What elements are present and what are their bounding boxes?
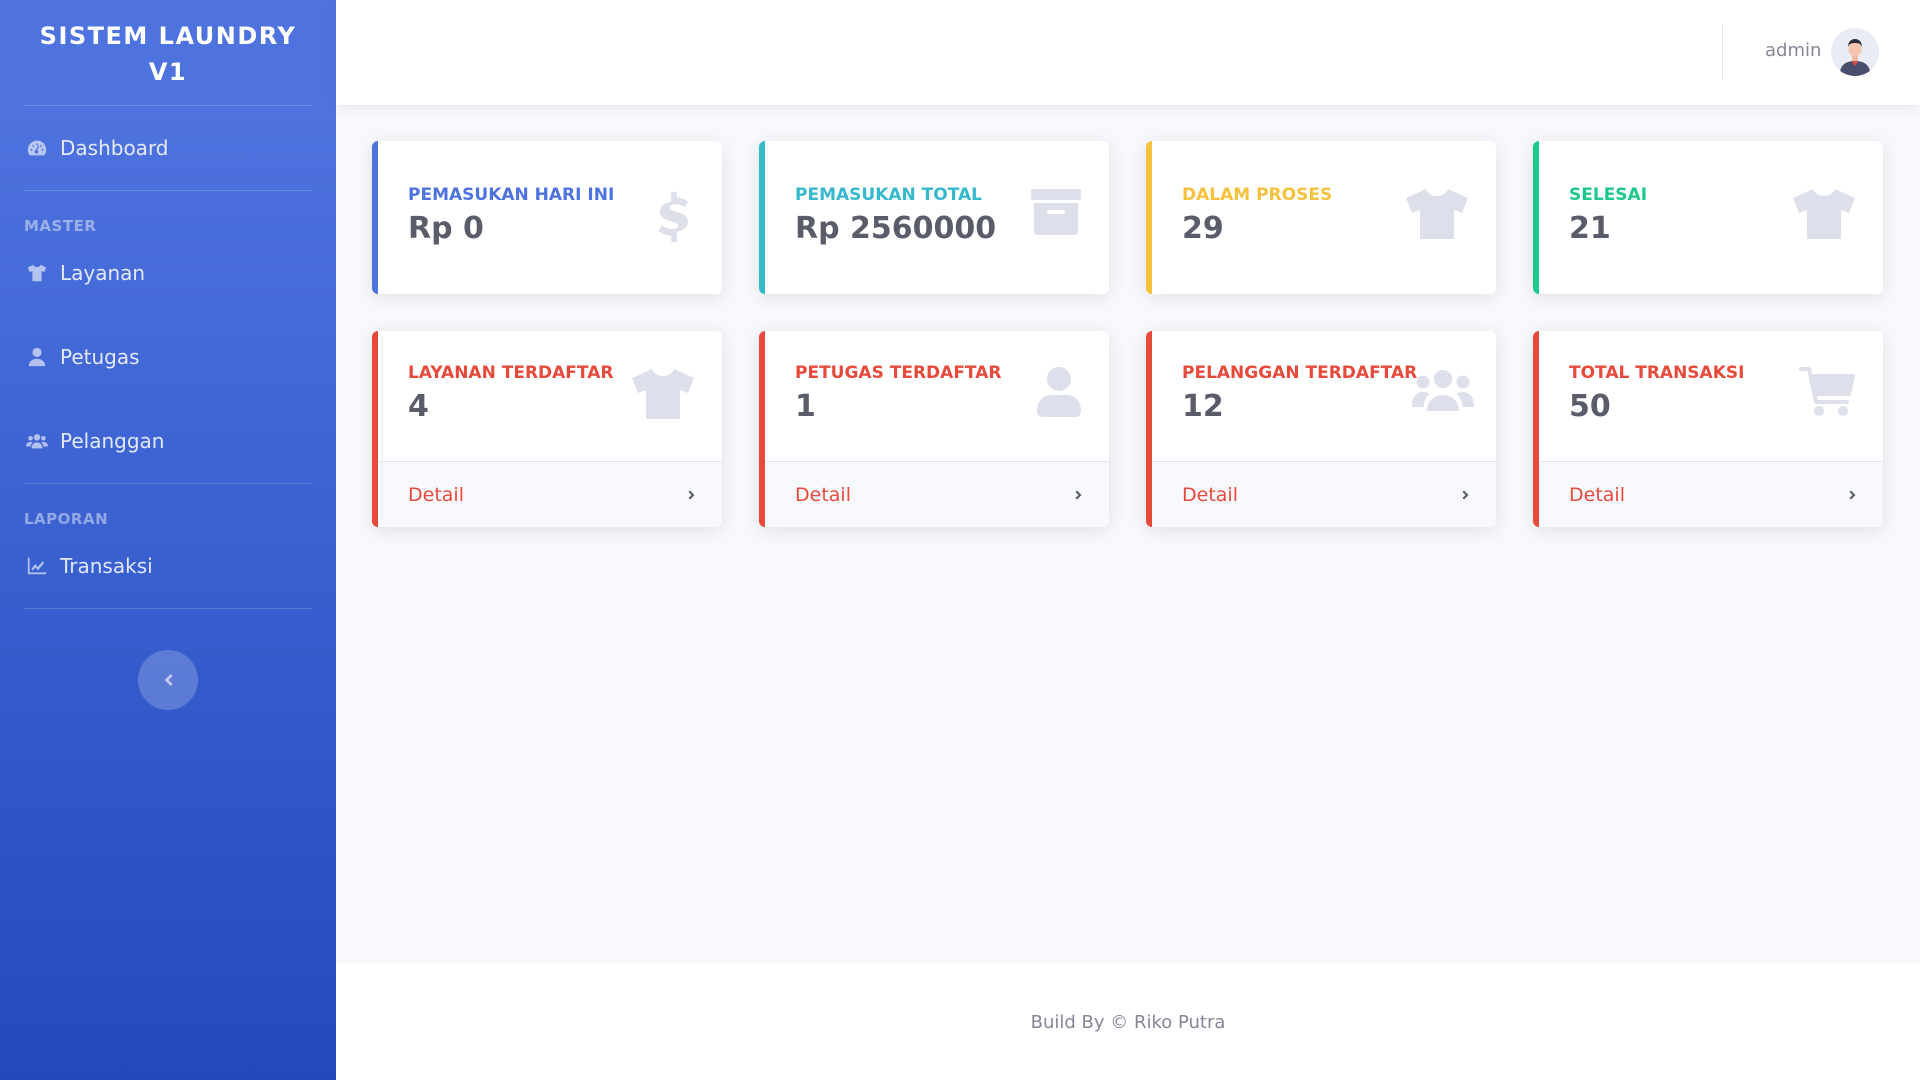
users-icon [1412,369,1474,413]
tachometer-icon [24,136,50,160]
detail-link[interactable]: Detail [1539,461,1883,527]
sidebar-heading-laporan: LAPORAN [24,510,109,528]
detail-link-label: Detail [795,483,851,506]
sidebar-toggle-button[interactable] [138,650,198,710]
page-footer: Build By © Riko Putra [336,964,1920,1080]
stat-card-value: 29 [1182,211,1224,246]
chevron-right-icon [1075,490,1082,499]
detail-card-title: PELANGGAN TERDAFTAR [1182,363,1418,383]
stat-card-title: PEMASUKAN HARI INI [408,185,615,205]
sidebar-item-pelanggan[interactable]: Pelanggan [0,399,336,483]
sidebar-divider [24,608,312,609]
stat-card-value: Rp 2560000 [795,211,997,246]
stat-card-dalam-proses: DALAM PROSES 29 [1146,141,1496,294]
dollar-icon [652,189,696,245]
sidebar: SISTEM LAUNDRY V1 Dashboard MASTER Layan… [0,0,336,1080]
brand-title[interactable]: SISTEM LAUNDRY V1 [0,0,336,105]
stat-card-selesai: SELESAI 21 [1533,141,1883,294]
sidebar-item-label: Petugas [60,345,140,369]
detail-link-label: Detail [408,483,464,506]
sidebar-item-dashboard[interactable]: Dashboard [0,106,336,190]
user-icon [1037,367,1081,417]
detail-card-value: 12 [1182,389,1224,424]
detail-card-transaksi: TOTAL TRANSAKSI 50 Detail [1533,331,1883,527]
shirt-icon [632,369,694,419]
stat-card-pemasukan-hari-ini: PEMASUKAN HARI INI Rp 0 [372,141,722,294]
sidebar-item-layanan[interactable]: Layanan [0,231,336,315]
archive-icon [1031,189,1081,235]
sidebar-item-petugas[interactable]: Petugas [0,315,336,399]
topbar: admin [336,0,1920,105]
shirt-icon [1793,189,1855,239]
sidebar-item-label: Transaksi [60,554,153,578]
stat-card-title: SELESAI [1569,185,1648,205]
chevron-right-icon [688,490,695,499]
detail-card-value: 50 [1569,389,1611,424]
stat-card-title: PEMASUKAN TOTAL [795,185,982,205]
topbar-divider [1722,24,1723,80]
detail-card-pelanggan: PELANGGAN TERDAFTAR 12 Detail [1146,331,1496,527]
chevron-right-icon [1462,490,1469,499]
stat-card-title: DALAM PROSES [1182,185,1333,205]
sidebar-item-label: Layanan [60,261,146,285]
shirt-icon [24,261,50,285]
detail-link[interactable]: Detail [378,461,722,527]
sidebar-heading-master: MASTER [24,217,97,235]
stat-card-pemasukan-total: PEMASUKAN TOTAL Rp 2560000 [759,141,1109,294]
chevron-right-icon [1849,490,1856,499]
detail-card-value: 1 [795,389,816,424]
chevron-left-icon [164,674,173,686]
detail-card-title: PETUGAS TERDAFTAR [795,363,1002,383]
detail-link[interactable]: Detail [1152,461,1496,527]
detail-card-title: LAYANAN TERDAFTAR [408,363,614,383]
stat-card-value: 21 [1569,211,1611,246]
detail-link-label: Detail [1569,483,1625,506]
sidebar-item-label: Pelanggan [60,429,165,453]
line-chart-icon [24,554,50,578]
cart-icon [1799,367,1855,417]
sidebar-item-label: Dashboard [60,136,169,160]
detail-card-petugas: PETUGAS TERDAFTAR 1 Detail [759,331,1109,527]
footer-text: Build By © Riko Putra [1030,1011,1226,1033]
detail-link-label: Detail [1182,483,1238,506]
user-name[interactable]: admin [1765,40,1821,61]
detail-link[interactable]: Detail [765,461,1109,527]
shirt-icon [1406,189,1468,239]
detail-card-value: 4 [408,389,429,424]
sidebar-item-transaksi[interactable]: Transaksi [0,524,336,608]
avatar[interactable] [1831,28,1879,76]
detail-card-layanan: LAYANAN TERDAFTAR 4 Detail [372,331,722,527]
user-icon [24,345,50,369]
detail-card-title: TOTAL TRANSAKSI [1569,363,1745,383]
users-icon [24,429,50,453]
stat-card-value: Rp 0 [408,211,484,246]
